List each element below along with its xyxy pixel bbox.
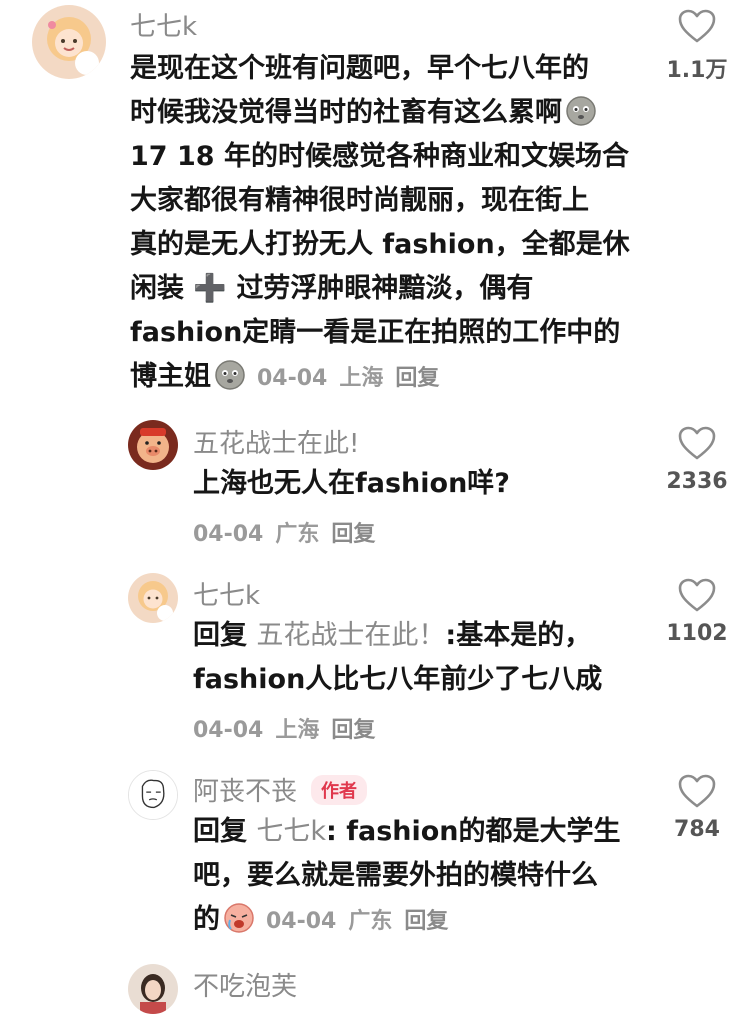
- like-count: 2336: [666, 469, 728, 494]
- comment-date: 04-04: [193, 718, 264, 743]
- username-link[interactable]: 阿丧不丧: [193, 777, 297, 807]
- comment-meta: 04-04 广东 回复: [266, 909, 460, 934]
- comment-username[interactable]: 七七k: [193, 575, 260, 612]
- author-badge: 作者: [311, 775, 368, 805]
- avatar-qiqik[interactable]: [128, 573, 178, 623]
- reply-button[interactable]: 回复: [331, 718, 375, 743]
- heart-outline-icon: [678, 578, 716, 612]
- like-button[interactable]: 784: [652, 773, 742, 842]
- comment-username[interactable]: 不吃泡芙: [193, 966, 297, 1003]
- comment-date: 04-04: [257, 366, 328, 391]
- heart-outline-icon: [678, 426, 716, 460]
- heart-outline-icon: [678, 774, 716, 808]
- reply-button[interactable]: 回复: [331, 522, 375, 547]
- comment-line: 真的是无人打扮无人 fashion，全都是休: [130, 229, 630, 260]
- comment-line: 上海也无人在fashion咩?: [193, 468, 510, 499]
- comment-username[interactable]: 五花战士在此!: [193, 423, 359, 460]
- sad-face-emoji-icon: [564, 93, 598, 127]
- comment-line: 回复 七七k: fashion的都是大学生: [193, 816, 621, 847]
- comment-meta: 04-04 广东 回复: [193, 516, 387, 548]
- comment-line: 闲装 ➕ 过劳浮肿眼神黯淡，偶有: [130, 273, 534, 304]
- comment-line: fashion人比七八年前少了七八成: [193, 664, 603, 695]
- crying-face-emoji-icon: [222, 900, 256, 934]
- avatar-qiqik[interactable]: [32, 5, 106, 79]
- plus-symbol: ➕: [193, 273, 228, 304]
- comment-username: 阿丧不丧 作者: [193, 771, 368, 808]
- comment-meta: 04-04 上海 回复: [257, 366, 451, 391]
- like-count: 784: [674, 817, 720, 842]
- comment-text: 上海也无人在fashion咩?: [193, 462, 653, 506]
- comment-location: 上海: [339, 366, 384, 391]
- avatar-buchipaofu[interactable]: [128, 964, 178, 1014]
- comment-meta: 04-04 上海 回复: [193, 712, 387, 744]
- sad-face-emoji-icon: [213, 357, 247, 391]
- comment-location: 广东: [348, 909, 393, 934]
- comment-line: 回复 五花战士在此！:基本是的，: [193, 620, 592, 651]
- comment-date: 04-04: [266, 909, 337, 934]
- comment-line: 吧，要么就是需要外拍的模特什么: [193, 860, 598, 891]
- like-count: 1102: [666, 621, 728, 646]
- comment-line: fashion定睛一看是正在拍照的工作中的: [130, 317, 621, 348]
- comment-line: 的 04-04 广东 回复: [193, 898, 653, 944]
- reply-target-username[interactable]: 七七k: [256, 816, 326, 847]
- comment-line: 17 18 年的时候感觉各种商业和文娱场合: [130, 141, 629, 172]
- heart-outline-icon: [678, 9, 716, 43]
- comment-location: 广东: [275, 522, 320, 547]
- comment-location: 上海: [275, 718, 320, 743]
- comment-text: 是现在这个班有问题吧，早个七八年的 时候我没觉得当时的社畜有这么累啊 17 18…: [130, 47, 650, 401]
- comment-text: 回复 五花战士在此！:基本是的， fashion人比七八年前少了七八成: [193, 614, 653, 702]
- reply-target-username[interactable]: 五花战士在此！: [256, 620, 445, 651]
- reply-button[interactable]: 回复: [395, 366, 439, 391]
- comment-line: 时候我没觉得当时的社畜有这么累啊: [130, 91, 650, 135]
- comment-line: 是现在这个班有问题吧，早个七八年的: [130, 53, 589, 84]
- comment-username[interactable]: 七七k: [130, 6, 197, 43]
- like-button[interactable]: 1.1万: [652, 8, 742, 84]
- avatar-wuhua[interactable]: [128, 420, 178, 470]
- comment-text: 回复 七七k: fashion的都是大学生 吧，要么就是需要外拍的模特什么 的0…: [193, 810, 653, 944]
- like-count: 1.1万: [666, 58, 728, 83]
- comment-date: 04-04: [193, 522, 264, 547]
- like-button[interactable]: 1102: [652, 577, 742, 646]
- comment-line: 博主姐 04-04 上海 回复: [130, 355, 650, 401]
- avatar-asang[interactable]: [128, 770, 178, 820]
- reply-button[interactable]: 回复: [404, 909, 448, 934]
- comment-line: 大家都很有精神很时尚靓丽，现在街上: [130, 185, 589, 216]
- like-button[interactable]: 2336: [652, 425, 742, 494]
